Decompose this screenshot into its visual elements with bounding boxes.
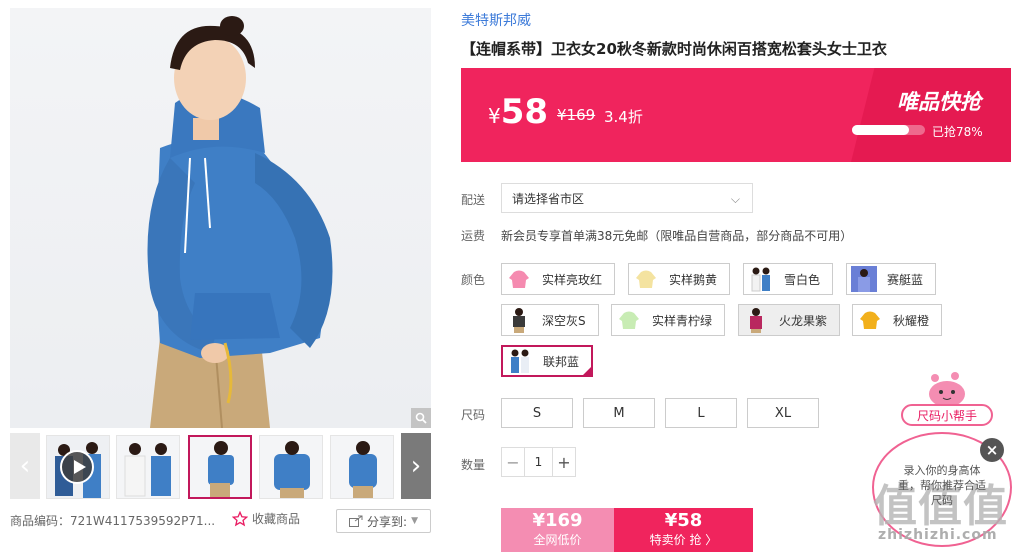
color-option[interactable]: 雪白色 <box>743 263 834 295</box>
color-option[interactable]: 深空灰S <box>501 304 599 336</box>
thumbnail-4[interactable] <box>259 435 323 499</box>
product-code-label: 商品编码： <box>10 514 71 528</box>
market-price: ¥169 <box>532 510 583 531</box>
buy-now-button[interactable]: ¥58 特卖价 抢 〉 <box>614 508 753 552</box>
delivery-label: 配送 <box>461 193 486 207</box>
mascot-icon <box>929 372 965 407</box>
thumbnail-3-selected[interactable] <box>188 435 252 499</box>
chevron-left-icon[interactable]: ‹ <box>10 433 40 499</box>
quantity-label: 数量 <box>461 458 486 472</box>
thumbnail-video[interactable] <box>46 435 110 499</box>
discount-rate: 3.4折 <box>604 108 643 126</box>
freight-label: 运费 <box>461 229 486 243</box>
hoodie-swatch-icon <box>504 264 534 294</box>
color-option-label: 实样青柠绿 <box>652 313 713 328</box>
watermark-text: zhizhizhi.com <box>878 527 998 543</box>
region-select[interactable]: 请选择省市区 ⌵ <box>501 183 753 213</box>
current-price: ¥58 <box>488 92 548 132</box>
brand-link[interactable]: 美特斯邦威 <box>461 10 531 30</box>
color-option-label: 实样亮玫红 <box>542 272 603 287</box>
hoodie-swatch-icon <box>614 305 644 335</box>
color-option-label: 实样鹅黄 <box>669 272 718 287</box>
sold-progress-bar <box>852 125 909 135</box>
color-option[interactable]: 实样鹅黄 <box>628 263 731 295</box>
share-icon <box>349 515 363 527</box>
sold-percentage: 已抢78% <box>932 125 983 139</box>
model-swatch-icon <box>741 305 771 335</box>
color-option-label: 联邦蓝 <box>543 354 580 369</box>
color-option-hovered[interactable]: 火龙果紫 <box>738 304 841 336</box>
size-option[interactable]: M <box>583 398 655 428</box>
flash-sale-banner: ¥58 ¥169 3.4折 唯品快抢 已抢78% <box>461 68 1011 162</box>
size-helper-text: 录入你的身高体重，帮你推荐合适尺码 <box>898 464 986 507</box>
region-select-placeholder: 请选择省市区 <box>512 191 585 206</box>
thumbnail-2[interactable] <box>116 435 180 499</box>
quantity-stepper: − 1 + <box>501 447 576 477</box>
magnifier-icon[interactable] <box>411 408 431 428</box>
size-helper-button[interactable]: 尺码小帮手 <box>901 404 993 426</box>
product-code: 商品编码：721W4117539592P71... <box>10 512 215 529</box>
market-price-button[interactable]: ¥169 全网低价 <box>501 508 614 552</box>
caret-down-icon: ▼ <box>411 516 418 526</box>
hoodie-swatch-icon <box>631 264 661 294</box>
share-label: 分享到: <box>367 514 408 529</box>
model-swatch-icon <box>505 346 535 376</box>
model-photo <box>147 16 333 428</box>
size-option[interactable]: XL <box>747 398 819 428</box>
hoodie-swatch-icon <box>855 305 885 335</box>
model-swatch-icon <box>746 264 776 294</box>
color-option-label: 火龙果紫 <box>779 313 828 328</box>
chevron-down-icon: ⌵ <box>730 192 740 206</box>
color-option-label: 雪白色 <box>784 272 821 287</box>
buy-now-label: 特卖价 抢 〉 <box>649 533 718 547</box>
model-swatch-icon <box>504 305 534 335</box>
original-price: ¥169 <box>557 106 596 124</box>
chevron-right-icon[interactable]: › <box>401 433 431 499</box>
share-dropdown[interactable]: 分享到: ▼ <box>336 509 431 533</box>
color-option-label: 赛艇蓝 <box>887 272 924 287</box>
favorite-button[interactable]: 收藏商品 <box>232 510 300 527</box>
color-label: 颜色 <box>461 273 486 287</box>
color-option[interactable]: 实样亮玫红 <box>501 263 616 295</box>
product-title: 【连帽系带】卫衣女20秋冬新款时尚休闲百搭宽松套头女士卫衣 <box>461 40 887 58</box>
quantity-value[interactable]: 1 <box>524 448 553 476</box>
thumbnail-5[interactable] <box>330 435 394 499</box>
size-option[interactable]: S <box>501 398 573 428</box>
favorite-label: 收藏商品 <box>252 512 301 526</box>
freight-info: 新会员专享首单满38元免邮（限唯品自营商品，部分商品不可用） <box>501 229 853 243</box>
color-option[interactable]: 实样青柠绿 <box>611 304 726 336</box>
special-price: ¥58 <box>664 510 703 531</box>
currency-symbol: ¥ <box>488 104 501 128</box>
size-label: 尺码 <box>461 408 486 422</box>
product-page: ‹ › 商品编码：721W4117539592P71... 收藏商品 分享到: … <box>0 0 1018 552</box>
color-option-label: 秋耀橙 <box>893 313 930 328</box>
market-price-label: 全网低价 <box>533 533 582 547</box>
price-value: 58 <box>500 92 549 132</box>
main-product-image[interactable] <box>10 8 431 428</box>
color-option[interactable]: 赛艇蓝 <box>846 263 937 295</box>
color-option-selected[interactable]: 联邦蓝 <box>501 345 594 377</box>
color-option[interactable]: 秋耀橙 <box>852 304 943 336</box>
play-icon[interactable] <box>60 450 94 484</box>
close-icon[interactable]: × <box>980 438 1004 462</box>
star-icon <box>232 510 248 526</box>
plus-icon[interactable]: + <box>553 448 575 476</box>
model-swatch-icon <box>849 264 879 294</box>
minus-icon[interactable]: − <box>502 448 524 476</box>
thumbnail-strip: ‹ › <box>10 433 431 499</box>
flash-sale-label: 唯品快抢 <box>897 90 981 114</box>
product-code-value: 721W4117539592P71... <box>70 514 216 528</box>
size-option[interactable]: L <box>665 398 737 428</box>
color-option-label: 深空灰S <box>542 313 586 328</box>
